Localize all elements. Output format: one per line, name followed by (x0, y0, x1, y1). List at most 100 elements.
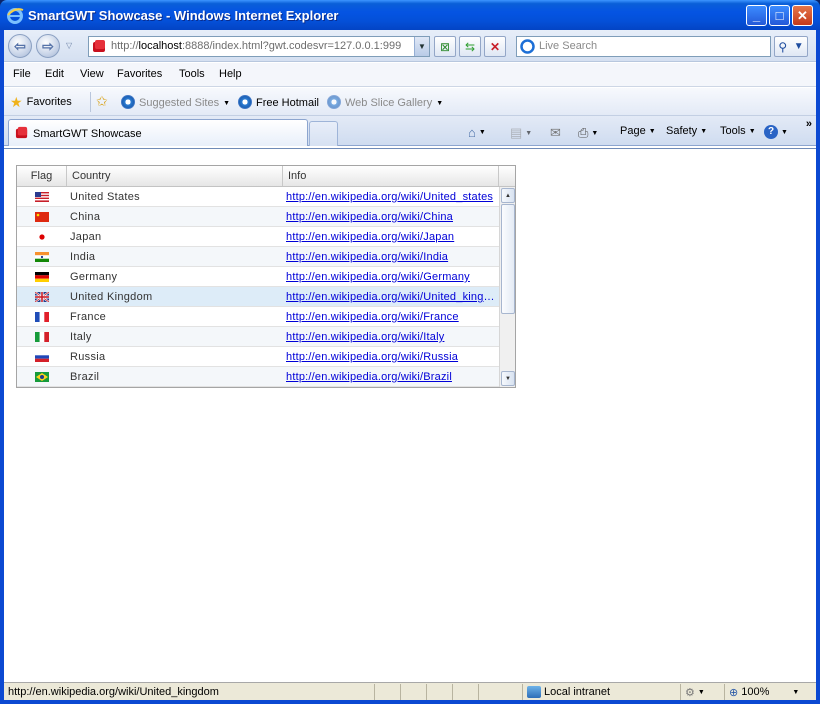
favorites-star-icon: ★ (10, 93, 23, 110)
forward-arrow-icon: ⇨ (42, 37, 54, 54)
table-row[interactable]: United Kingdom http://en.wikipedia.org/wi… (17, 287, 499, 307)
table-row[interactable]: France http://en.wikipedia.org/wiki/Franc… (17, 307, 499, 327)
add-favorite-icon: ✩ (96, 93, 108, 109)
title-bar[interactable]: SmartGWT Showcase - Windows Internet Exp… (0, 0, 820, 30)
feeds-button[interactable]: ▤ ▼ (510, 125, 532, 141)
tab-smartgwt-showcase[interactable]: SmartGWT Showcase (8, 119, 308, 146)
flag-cell (17, 247, 67, 266)
history-dropdown-icon[interactable]: ▽ (66, 41, 72, 50)
stop-button[interactable]: ✕ (484, 36, 506, 57)
search-box[interactable]: Live Search (516, 36, 771, 57)
info-link[interactable]: http://en.wikipedia.org/wiki/Japan (283, 227, 499, 246)
forward-button[interactable]: ⇨ (36, 34, 60, 58)
info-link[interactable]: http://en.wikipedia.org/wiki/Brazil (283, 367, 499, 386)
tools-menu[interactable]: Tools ▼ (720, 125, 756, 137)
menu-favorites[interactable]: Favorites (117, 68, 162, 80)
info-link[interactable]: http://en.wikipedia.org/wiki/India (283, 247, 499, 266)
page-content: Flag Country Info United States http://en… (4, 148, 816, 682)
grid-scrollbar[interactable]: ▲ ▼ (499, 187, 515, 387)
chevron-down-icon[interactable]: ▼ (591, 130, 598, 137)
table-row[interactable]: Russia http://en.wikipedia.org/wiki/Russi… (17, 347, 499, 367)
column-header-country[interactable]: Country (67, 166, 283, 186)
maximize-button[interactable]: □ (769, 5, 790, 26)
info-link[interactable]: http://en.wikipedia.org/wiki/Italy (283, 327, 499, 346)
flag-us-icon (35, 191, 49, 202)
free-hotmail-link[interactable]: Free Hotmail (238, 95, 319, 110)
menu-help[interactable]: Help (219, 68, 242, 80)
info-link[interactable]: http://en.wikipedia.org/wiki/United_king… (283, 287, 499, 306)
mail-icon: ✉ (550, 125, 561, 140)
menu-tools[interactable]: Tools (179, 68, 205, 80)
info-link[interactable]: http://en.wikipedia.org/wiki/Russia (283, 347, 499, 366)
scroll-thumb[interactable] (501, 204, 515, 314)
chevron-down-icon[interactable]: ▼ (479, 129, 486, 136)
table-row[interactable]: India http://en.wikipedia.org/wiki/India (17, 247, 499, 267)
back-button[interactable]: ⇦ (8, 34, 32, 58)
security-zone[interactable]: Local intranet (522, 684, 680, 700)
safety-menu[interactable]: Safety ▼ (666, 125, 707, 137)
country-cell: China (70, 211, 101, 223)
search-button[interactable]: ⚲ ▼ (774, 36, 808, 57)
column-header-flag[interactable]: Flag (17, 166, 67, 186)
flag-de-icon (35, 271, 49, 282)
minimize-button[interactable]: _ (746, 5, 767, 26)
favorites-separator (90, 92, 91, 112)
bing-logo-icon (520, 39, 535, 54)
ie-page-icon (327, 95, 341, 109)
window-frame-right (816, 30, 820, 704)
table-row[interactable]: China http://en.wikipedia.org/wiki/China (17, 207, 499, 227)
chevron-down-icon[interactable]: ▼ (525, 130, 532, 137)
flag-in-icon (35, 251, 49, 262)
menu-file[interactable]: File (13, 68, 31, 80)
menu-edit[interactable]: Edit (45, 68, 64, 80)
table-row[interactable]: Japan http://en.wikipedia.org/wiki/Japan (17, 227, 499, 247)
table-row[interactable]: Brazil http://en.wikipedia.org/wiki/Brazi… (17, 367, 499, 387)
command-bar-overflow-button[interactable]: » (806, 118, 812, 130)
printer-icon: ⎙ (578, 125, 589, 140)
arrow-down-icon: ▼ (505, 375, 511, 382)
chevron-down-icon[interactable]: ▼ (223, 100, 230, 107)
info-link[interactable]: http://en.wikipedia.org/wiki/China (283, 207, 499, 226)
table-row[interactable]: Germany http://en.wikipedia.org/wiki/Germ… (17, 267, 499, 287)
column-header-info[interactable]: Info (283, 166, 499, 186)
favorites-button[interactable]: ★ Favorites (10, 93, 72, 110)
search-options-chevron-icon[interactable]: ▼ (794, 41, 804, 52)
protected-mode-icon: ⚙ (685, 686, 695, 699)
ie-page-icon (238, 95, 252, 109)
refresh-button[interactable]: ⇆ (459, 36, 481, 57)
flag-cell (17, 267, 67, 286)
scroll-up-button[interactable]: ▲ (501, 188, 515, 203)
table-row[interactable]: United States http://en.wikipedia.org/wik… (17, 187, 499, 207)
status-panel-empty-5 (478, 684, 522, 700)
search-input[interactable]: Live Search (539, 40, 597, 52)
chevron-down-icon[interactable]: ▼ (436, 100, 443, 107)
address-input[interactable]: http://localhost:8888/index.html?gwt.cod… (111, 40, 401, 52)
help-menu[interactable]: ? ▼ (764, 125, 788, 139)
close-button[interactable]: ✕ (792, 5, 813, 26)
help-icon: ? (764, 125, 778, 139)
address-bar[interactable]: http://localhost:8888/index.html?gwt.cod… (88, 36, 430, 57)
home-button[interactable]: ⌂ ▼ (468, 125, 486, 140)
compatibility-view-button[interactable]: ⊠ (434, 36, 456, 57)
country-cell: Germany (70, 271, 118, 283)
menu-view[interactable]: View (80, 68, 104, 80)
address-dropdown-button[interactable]: ▼ (414, 37, 429, 56)
table-row[interactable]: Italy http://en.wikipedia.org/wiki/Italy (17, 327, 499, 347)
suggested-sites-link[interactable]: Suggested Sites ▼ (121, 95, 230, 110)
zoom-button[interactable]: ⊕ 100% ▼ (724, 684, 816, 700)
browser-chrome: ⇦ ⇨ ▽ http://localhost:8888/index.html?g… (4, 30, 816, 700)
info-link[interactable]: http://en.wikipedia.org/wiki/United_stat… (283, 187, 499, 206)
web-slice-gallery-link[interactable]: Web Slice Gallery ▼ (327, 95, 443, 110)
add-to-favorites-bar-button[interactable]: ✩ (96, 93, 108, 109)
page-menu[interactable]: Page ▼ (620, 125, 656, 137)
new-tab-button[interactable] (309, 121, 338, 146)
info-link[interactable]: http://en.wikipedia.org/wiki/Germany (283, 267, 499, 286)
info-link[interactable]: http://en.wikipedia.org/wiki/France (283, 307, 499, 326)
protected-mode-button[interactable]: ⚙ ▼ (680, 684, 724, 700)
print-button[interactable]: ⎙ ▼ (578, 125, 598, 141)
grid-body: United States http://en.wikipedia.org/wik… (17, 187, 499, 387)
status-panel-empty-2 (400, 684, 426, 700)
read-mail-button[interactable]: ✉ (550, 125, 561, 141)
status-panel-empty-1 (374, 684, 400, 700)
scroll-down-button[interactable]: ▼ (501, 371, 515, 386)
